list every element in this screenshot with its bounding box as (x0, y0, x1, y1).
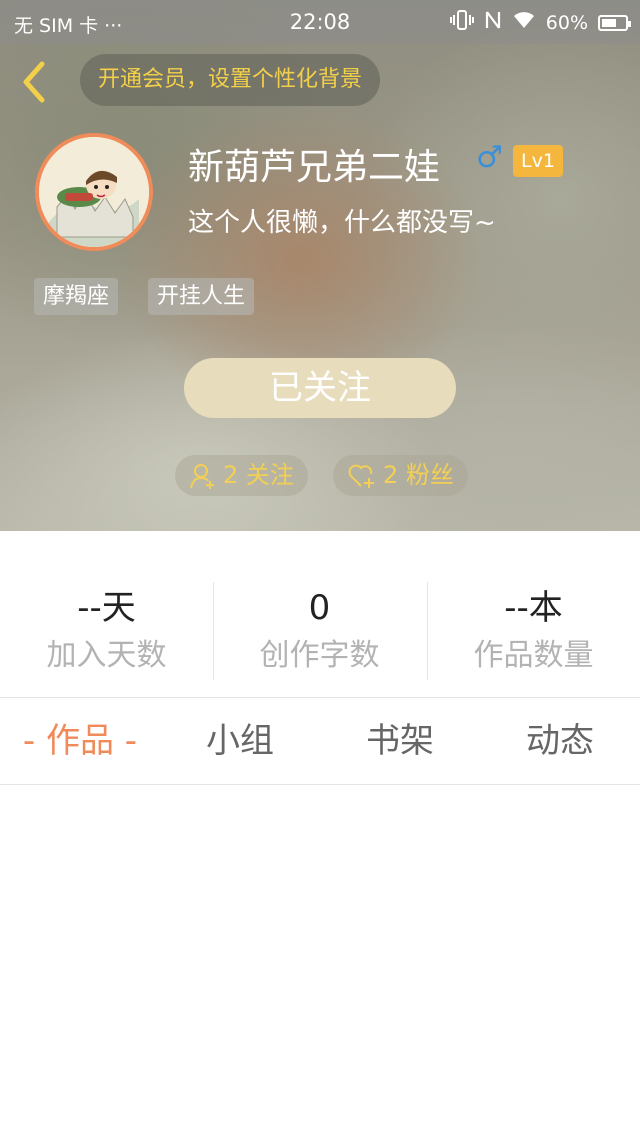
battery-icon (598, 14, 631, 31)
tag-zodiac: 摩羯座 (34, 278, 119, 315)
back-button[interactable] (18, 60, 52, 104)
vip-background-prompt[interactable]: 开通会员，设置个性化背景 (80, 54, 381, 106)
stat-join-days: --天 加入天数 (0, 586, 213, 678)
stat-divider (427, 582, 428, 680)
stat-value: --天 (77, 588, 136, 628)
stat-label: 作品数量 (473, 638, 594, 673)
level-badge: Lv1 (513, 145, 563, 177)
battery-percent: 60% (545, 11, 588, 34)
user-bio: 这个人很懒，什么都没写~ (188, 208, 496, 238)
profile-header: 无 SIM 卡 ··· 22:08 60% 开通会员，设置个性化背景 新葫芦兄弟… (0, 0, 640, 531)
heart-add-icon (348, 464, 374, 488)
wifi-icon (512, 10, 536, 35)
following-count: 2 关注 (223, 461, 294, 489)
following-status-button[interactable]: 已关注 (184, 358, 456, 418)
stat-label: 创作字数 (259, 638, 380, 673)
back-arrow-icon (23, 61, 45, 103)
followers-count: 2 粉丝 (383, 461, 454, 489)
tab-bookshelf[interactable]: 书架 (320, 718, 480, 764)
status-bar: 无 SIM 卡 ··· 22:08 60% (0, 0, 640, 44)
vibrate-icon (449, 9, 474, 36)
person-add-icon (190, 463, 214, 489)
avatar[interactable] (35, 133, 153, 251)
avatar-illustration (39, 137, 149, 247)
stat-label: 加入天数 (46, 638, 167, 673)
male-gender-icon: ♂ (476, 140, 503, 175)
stat-divider (213, 582, 214, 680)
user-name: 新葫芦兄弟二娃 (188, 147, 441, 188)
followers-count-button[interactable]: 2 粉丝 (333, 455, 468, 496)
tab-groups[interactable]: 小组 (160, 718, 320, 764)
tab-activity[interactable]: 动态 (480, 718, 640, 764)
stat-word-count: 0 创作字数 (213, 586, 426, 678)
stat-value: --本 (504, 588, 563, 628)
stat-value: 0 (308, 588, 331, 628)
stats-panel: --天 加入天数 0 创作字数 --本 作品数量 (0, 531, 640, 698)
tag-motto: 开挂人生 (148, 278, 255, 315)
stat-works-count: --本 作品数量 (427, 586, 640, 678)
following-count-button[interactable]: 2 关注 (175, 455, 308, 496)
tab-works[interactable]: - 作品 - (0, 718, 160, 764)
profile-tabs: - 作品 - 小组 书架 动态 (0, 698, 640, 785)
nfc-icon (484, 9, 502, 36)
